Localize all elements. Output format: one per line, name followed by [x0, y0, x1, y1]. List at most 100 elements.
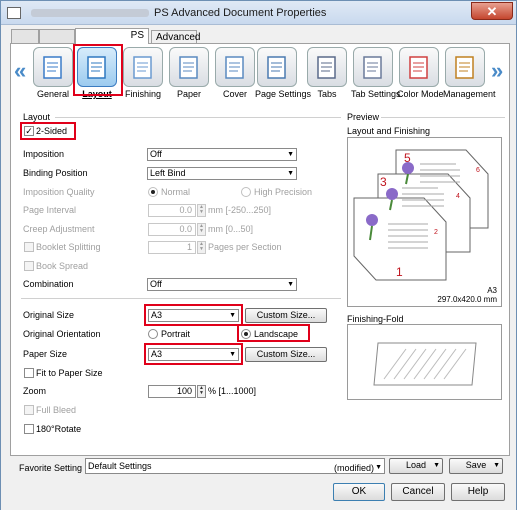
save-dropdown-icon: ▼	[493, 462, 500, 469]
tab-ps[interactable]: PS	[75, 28, 149, 44]
load-button[interactable]: Load ▼	[389, 458, 443, 474]
normal-radio[interactable]	[148, 187, 158, 197]
toolbar-label: Color Mode	[397, 89, 444, 99]
creep-unit: mm [0...50]	[208, 224, 254, 234]
combination-select[interactable]: Off ▼	[147, 278, 297, 291]
full-bleed-checkbox[interactable]	[24, 405, 34, 415]
toolbar-page-settings-button[interactable]: Page Settings	[255, 47, 312, 101]
page-interval-input[interactable]: 0.0	[148, 204, 196, 217]
page-interval-spinner[interactable]: ▲ ▼	[197, 204, 206, 217]
fit-to-paper-checkbox[interactable]	[24, 368, 34, 378]
toolbar-label: Management	[443, 89, 496, 99]
paper-icon	[169, 47, 209, 87]
finishing-icon	[123, 47, 163, 87]
toolbar-general-button[interactable]: General	[31, 47, 75, 101]
booklet-input[interactable]: 1	[148, 241, 196, 254]
fold-sheet-icon	[373, 342, 477, 386]
toolbar-label: Page Settings	[255, 89, 312, 99]
imposition-select[interactable]: Off ▼	[147, 148, 297, 161]
binding-value: Left Bind	[150, 168, 186, 178]
toolbar-label: General	[36, 89, 70, 99]
page-number-2: 2	[434, 229, 438, 236]
finishing-fold-label: Finishing-Fold	[347, 314, 404, 324]
title-bar: PS Advanced Document Properties ✕	[1, 1, 516, 25]
favorite-value: Default Settings	[88, 461, 152, 471]
chevron-down-icon: ▼	[287, 281, 294, 288]
booklet-unit: Pages per Section	[208, 242, 282, 252]
imposition-value: Off	[150, 149, 162, 159]
high-precision-radio[interactable]	[241, 187, 251, 197]
creep-spinner[interactable]: ▲ ▼	[197, 223, 206, 236]
zoom-label: Zoom	[23, 386, 47, 396]
scroll-right-icon[interactable]: »	[491, 58, 503, 84]
toolbar-color-mode-button[interactable]: Color Mode	[397, 47, 444, 101]
orientation-label: Original Orientation	[23, 329, 101, 339]
page-number-5: 5	[404, 151, 411, 165]
page-number-4: 4	[456, 193, 460, 200]
landscape-highlight	[237, 324, 310, 342]
help-button[interactable]: Help	[451, 483, 505, 501]
paper-custom-size-button[interactable]: Custom Size...	[245, 347, 327, 362]
page-number-6: 6	[476, 167, 480, 174]
window-title: PS Advanced Document Properties	[154, 7, 327, 19]
booklet-splitting-label: Booklet Splitting	[36, 242, 101, 252]
toolbar-cover-button[interactable]: Cover	[213, 47, 257, 101]
layout-preview-graphic: 5 6 3 4 1 2	[353, 149, 489, 281]
page-interval-label: Page Interval	[23, 205, 77, 215]
portrait-radio[interactable]	[148, 329, 158, 339]
original-custom-size-button[interactable]: Custom Size...	[245, 308, 327, 323]
load-dropdown-icon: ▼	[433, 462, 440, 469]
paper-size-highlight	[144, 343, 243, 365]
paper-name: A3	[487, 286, 497, 295]
combination-label: Combination	[23, 279, 74, 289]
combination-value: Off	[150, 279, 162, 289]
book-spread-label: Book Spread	[36, 261, 89, 271]
toolbar-paper-button[interactable]: Paper	[167, 47, 211, 101]
paper-dims: 297.0x420.0 mm	[437, 295, 497, 304]
rotate-checkbox[interactable]	[24, 424, 34, 434]
normal-label: Normal	[161, 187, 191, 197]
toolbar-label: Cover	[222, 89, 247, 99]
tab-obscured-1[interactable]	[11, 29, 39, 44]
imposition-quality-label: Imposition Quality	[23, 187, 95, 197]
chevron-down-icon: ▼	[287, 151, 294, 158]
tab-obscured-2[interactable]	[39, 29, 75, 44]
toolbar-finishing-button[interactable]: Finishing	[121, 47, 165, 101]
zoom-input[interactable]: 100	[148, 385, 196, 398]
booklet-splitting-checkbox[interactable]	[24, 242, 34, 252]
dialog-window: PS Advanced Document Properties ✕ PS Adv…	[0, 0, 517, 510]
tab-ps-label: PS	[130, 30, 144, 41]
preview-group-label: Preview	[347, 112, 380, 122]
toolbar-management-button[interactable]: Management	[443, 47, 496, 101]
ok-button[interactable]: OK	[333, 483, 385, 501]
cancel-button[interactable]: Cancel	[391, 483, 445, 501]
fold-preview	[347, 324, 502, 400]
chevron-down-icon: ▼	[287, 170, 294, 177]
load-label: Load	[405, 460, 427, 470]
toolbar-label: Paper	[176, 89, 202, 99]
book-spread-checkbox[interactable]	[24, 261, 34, 271]
title-obscured	[31, 9, 149, 17]
preview-pane: Preview Layout and Finishing 5 6 3 4 1 2…	[347, 106, 507, 451]
layout-group-label: Layout	[23, 112, 51, 122]
save-button[interactable]: Save ▼	[449, 458, 503, 474]
favorite-select[interactable]: Default Settings (modified) ▼	[85, 458, 385, 474]
high-precision-label: High Precision	[254, 187, 313, 197]
page-number-1: 1	[396, 265, 403, 279]
booklet-spinner[interactable]: ▲ ▼	[197, 241, 206, 254]
chevron-down-icon: ▼	[375, 464, 382, 471]
page-settings-icon	[257, 47, 297, 87]
creep-input[interactable]: 0.0	[148, 223, 196, 236]
creep-label: Creep Adjustment	[23, 224, 95, 234]
binding-label: Binding Position	[23, 168, 88, 178]
toolbar-label: Tabs	[317, 89, 337, 99]
toolbar-tabs-button[interactable]: Tabs	[305, 47, 349, 101]
zoom-spinner[interactable]: ▲ ▼	[197, 385, 206, 398]
binding-select[interactable]: Left Bind ▼	[147, 167, 297, 180]
close-button[interactable]: ✕	[471, 2, 513, 20]
toolbar-tab-settings-button[interactable]: Tab Settings	[351, 47, 401, 101]
main-panel: « » General Layout Finishing Paper Cover Page…	[10, 43, 510, 456]
portrait-label: Portrait	[161, 329, 191, 339]
toolbar-label: Finishing	[124, 89, 162, 99]
scroll-left-icon[interactable]: «	[14, 58, 26, 84]
